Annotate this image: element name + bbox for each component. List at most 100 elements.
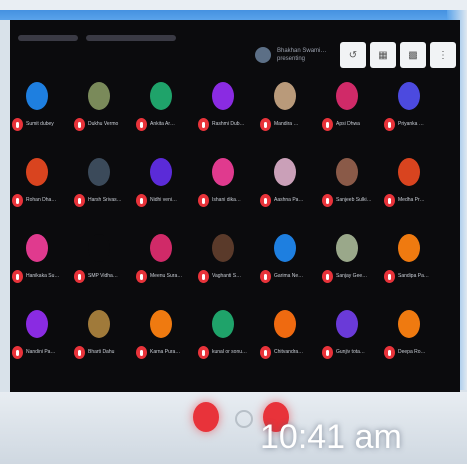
muted-mic-icon [12,118,23,131]
participant-name: Apsi Dhwa [336,121,360,127]
camera-toggle-button[interactable] [235,410,253,428]
muted-mic-icon [198,346,209,359]
participant-name: Sumit dubey [26,121,54,127]
participant-tile[interactable]: Ishani dika… [198,158,262,228]
presenter-text: Bhakhan Swami… presenting [277,47,326,63]
muted-mic-icon [322,346,333,359]
participant-avatar [212,234,234,262]
participant-name: Priyanka … [398,121,424,127]
participant-tile[interactable]: Bharti Dahu [74,310,138,380]
muted-mic-icon [74,118,85,131]
muted-mic-icon [260,194,271,207]
participant-tile[interactable]: Sandipa Pa… [384,234,448,304]
participant-avatar [274,234,296,262]
participant-tile[interactable]: Nandini Pa… [12,310,76,380]
participant-name: Ishani dika… [212,197,241,203]
participant-tile[interactable]: Sanjeeb Sulki… [322,158,386,228]
participant-grid: Sumit dubey Dukhu Vermo Ankita Ar… Rashmi D… [10,82,460,382]
participant-tile[interactable]: SMP Vidha… [74,234,138,304]
participant-tile[interactable]: Ankita Ar… [136,82,200,152]
muted-mic-icon [136,118,147,131]
participant-name: Rashmi Dub… [212,121,245,127]
muted-mic-icon [260,270,271,283]
meeting-screen: Bhakhan Swami… presenting ↺ ▦ ▩ ⋮ Sumit … [10,20,460,392]
chat-icon[interactable]: ▩ [400,42,426,68]
participant-name: kunal or sonu… [212,349,248,355]
participant-name: Chitvandra… [274,349,304,355]
participant-tile[interactable]: Gunjiv tota… [322,310,386,380]
participant-tile[interactable]: Hanikaka Su… [12,234,76,304]
participant-avatar [150,310,172,338]
participant-avatar [88,234,110,262]
participant-name: Bharti Dahu [88,349,115,355]
participant-tile[interactable]: Aashna Pa… [260,158,324,228]
participant-avatar [274,158,296,186]
participant-name: Medha Pr… [398,197,425,203]
participant-tile[interactable]: Vaghanti S… [198,234,262,304]
participant-name: Sanjay Gee… [336,273,368,279]
presenter-name: Bhakhan Swami… [277,48,327,54]
muted-mic-icon [260,346,271,359]
participant-avatar [88,158,110,186]
participant-tile[interactable]: Meenu Sura… [136,234,200,304]
participant-name: Sandipa Pa… [398,273,429,279]
participant-tile[interactable]: Rashmi Dub… [198,82,262,152]
muted-mic-icon [198,270,209,283]
participant-avatar [336,310,358,338]
meeting-top-bar: Bhakhan Swami… presenting ↺ ▦ ▩ ⋮ [10,20,460,78]
participant-avatar [398,82,420,110]
participant-name: Nidhi veni… [150,197,177,203]
muted-mic-icon [136,346,147,359]
participant-avatar [26,82,48,110]
window-frame-highlight [0,0,467,10]
muted-mic-icon [136,194,147,207]
participant-tile[interactable]: Apsi Dhwa [322,82,386,152]
participant-tile[interactable]: kunal or sonu… [198,310,262,380]
participant-avatar [26,234,48,262]
participant-tile[interactable]: Priyanka … [384,82,448,152]
participant-name: Vaghanti S… [212,273,242,279]
more-icon[interactable]: ⋮ [430,42,456,68]
participant-avatar [336,82,358,110]
participant-tile[interactable]: Medha Pr… [384,158,448,228]
participant-name: Karna Pura… [150,349,181,355]
muted-mic-icon [74,270,85,283]
participant-tile[interactable]: Harsh Srivas… [74,158,138,228]
muted-mic-icon [384,270,395,283]
muted-mic-icon [12,346,23,359]
pin-icon[interactable]: ↺ [340,42,366,68]
participant-avatar [336,158,358,186]
participant-avatar [212,82,234,110]
participant-name: Aashna Pa… [274,197,304,203]
tab-placeholder[interactable] [86,35,177,41]
participant-tile[interactable]: Sumit dubey [12,82,76,152]
participant-tile[interactable]: Nidhi veni… [136,158,200,228]
participant-tile[interactable]: Garima Ne… [260,234,324,304]
participant-tile[interactable]: Sanjay Gee… [322,234,386,304]
participant-name: Ankita Ar… [150,121,176,127]
participant-avatar [274,82,296,110]
presenter-avatar [255,47,271,63]
participant-name: Meenu Sura… [150,273,183,279]
participant-tile[interactable]: Deepa Ro… [384,310,448,380]
muted-mic-icon [74,194,85,207]
clock-text: 10:41 am [260,418,402,456]
participant-tile[interactable]: Chitvandra… [260,310,324,380]
participant-tile[interactable]: Mandira … [260,82,324,152]
participant-avatar [398,234,420,262]
tab-placeholder[interactable] [18,35,78,41]
meeting-toolbar: ↺ ▦ ▩ ⋮ [340,42,456,68]
participant-name: Mandira … [274,121,299,127]
presenter-status: presenting [277,56,306,62]
participant-tile[interactable]: Karna Pura… [136,310,200,380]
participant-avatar [26,158,48,186]
participant-tile[interactable]: Dukhu Vermo [74,82,138,152]
participant-avatar [88,82,110,110]
muted-mic-icon [198,118,209,131]
participant-name: SMP Vidha… [88,273,118,279]
participant-avatar [212,310,234,338]
participant-tile[interactable]: Rohan Dha… [12,158,76,228]
layout-icon[interactable]: ▦ [370,42,396,68]
mic-off-button[interactable] [193,402,219,432]
participant-avatar [212,158,234,186]
